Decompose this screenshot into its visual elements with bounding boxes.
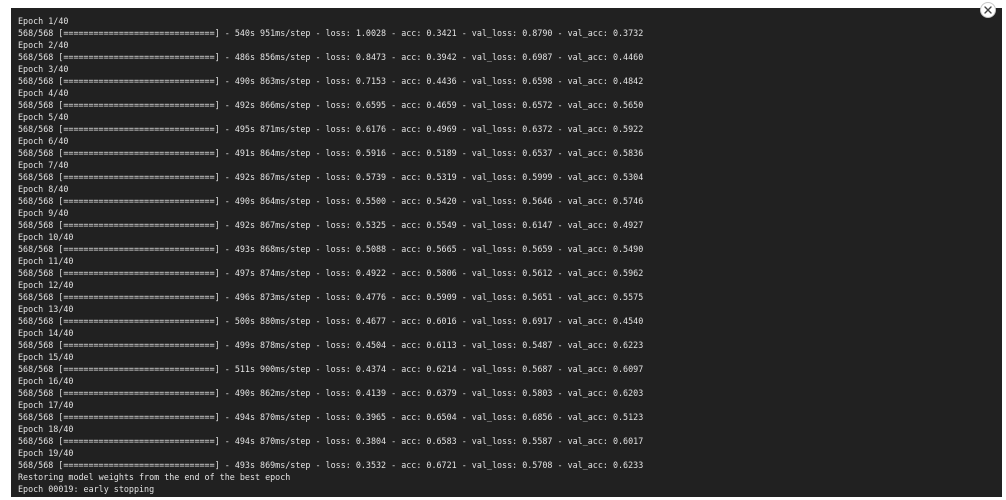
progress-line: 568/568 [==============================]… (18, 436, 644, 446)
progress-line: 568/568 [==============================]… (18, 52, 644, 62)
epoch-header-line: Epoch 6/40 (18, 136, 69, 146)
epoch-header-line: Epoch 2/40 (18, 40, 69, 50)
epoch-header-line: Epoch 4/40 (18, 88, 69, 98)
progress-line: 568/568 [==============================]… (18, 388, 644, 398)
training-log: Epoch 1/40 568/568 [=====================… (18, 15, 643, 495)
close-icon (984, 6, 992, 14)
epoch-header-line: Epoch 19/40 (18, 448, 74, 458)
epoch-header-line: Epoch 13/40 (18, 304, 74, 314)
progress-line: 568/568 [==============================]… (18, 364, 644, 374)
progress-line: 568/568 [==============================]… (18, 220, 644, 230)
epoch-header-line: Epoch 11/40 (18, 256, 74, 266)
progress-line: 568/568 [==============================]… (18, 148, 644, 158)
epoch-header-line: Epoch 12/40 (18, 280, 74, 290)
epoch-header-line: Epoch 18/40 (18, 424, 74, 434)
progress-line: 568/568 [==============================]… (18, 268, 644, 278)
epoch-header-line: Epoch 16/40 (18, 376, 74, 386)
epoch-header-line: Epoch 17/40 (18, 400, 74, 410)
progress-line: 568/568 [==============================]… (18, 124, 644, 134)
progress-line: 568/568 [==============================]… (18, 460, 644, 470)
progress-line: 568/568 [==============================]… (18, 28, 644, 38)
progress-line: 568/568 [==============================]… (18, 340, 644, 350)
progress-line: 568/568 [==============================]… (18, 244, 644, 254)
epoch-header-line: Epoch 1/40 (18, 16, 69, 26)
epoch-header-line: Epoch 3/40 (18, 64, 69, 74)
epoch-header-line: Epoch 10/40 (18, 232, 74, 242)
progress-line: 568/568 [==============================]… (18, 412, 644, 422)
cell-output-area: Epoch 1/40 568/568 [=====================… (11, 8, 1002, 497)
epoch-header-line: Epoch 7/40 (18, 160, 69, 170)
restore-message-line: Restoring model weights from the end of … (18, 472, 291, 482)
epoch-header-line: Epoch 5/40 (18, 112, 69, 122)
progress-line: 568/568 [==============================]… (18, 172, 644, 182)
epoch-header-line: Epoch 15/40 (18, 352, 74, 362)
epoch-header-line: Epoch 14/40 (18, 328, 74, 338)
progress-line: 568/568 [==============================]… (18, 316, 644, 326)
progress-line: 568/568 [==============================]… (18, 76, 644, 86)
early-stopping-line: Epoch 00019: early stopping (18, 484, 155, 494)
progress-line: 568/568 [==============================]… (18, 100, 644, 110)
epoch-header-line: Epoch 8/40 (18, 184, 69, 194)
progress-line: 568/568 [==============================]… (18, 292, 644, 302)
progress-line: 568/568 [==============================]… (18, 196, 644, 206)
clear-output-button[interactable] (980, 2, 996, 18)
epoch-header-line: Epoch 9/40 (18, 208, 69, 218)
